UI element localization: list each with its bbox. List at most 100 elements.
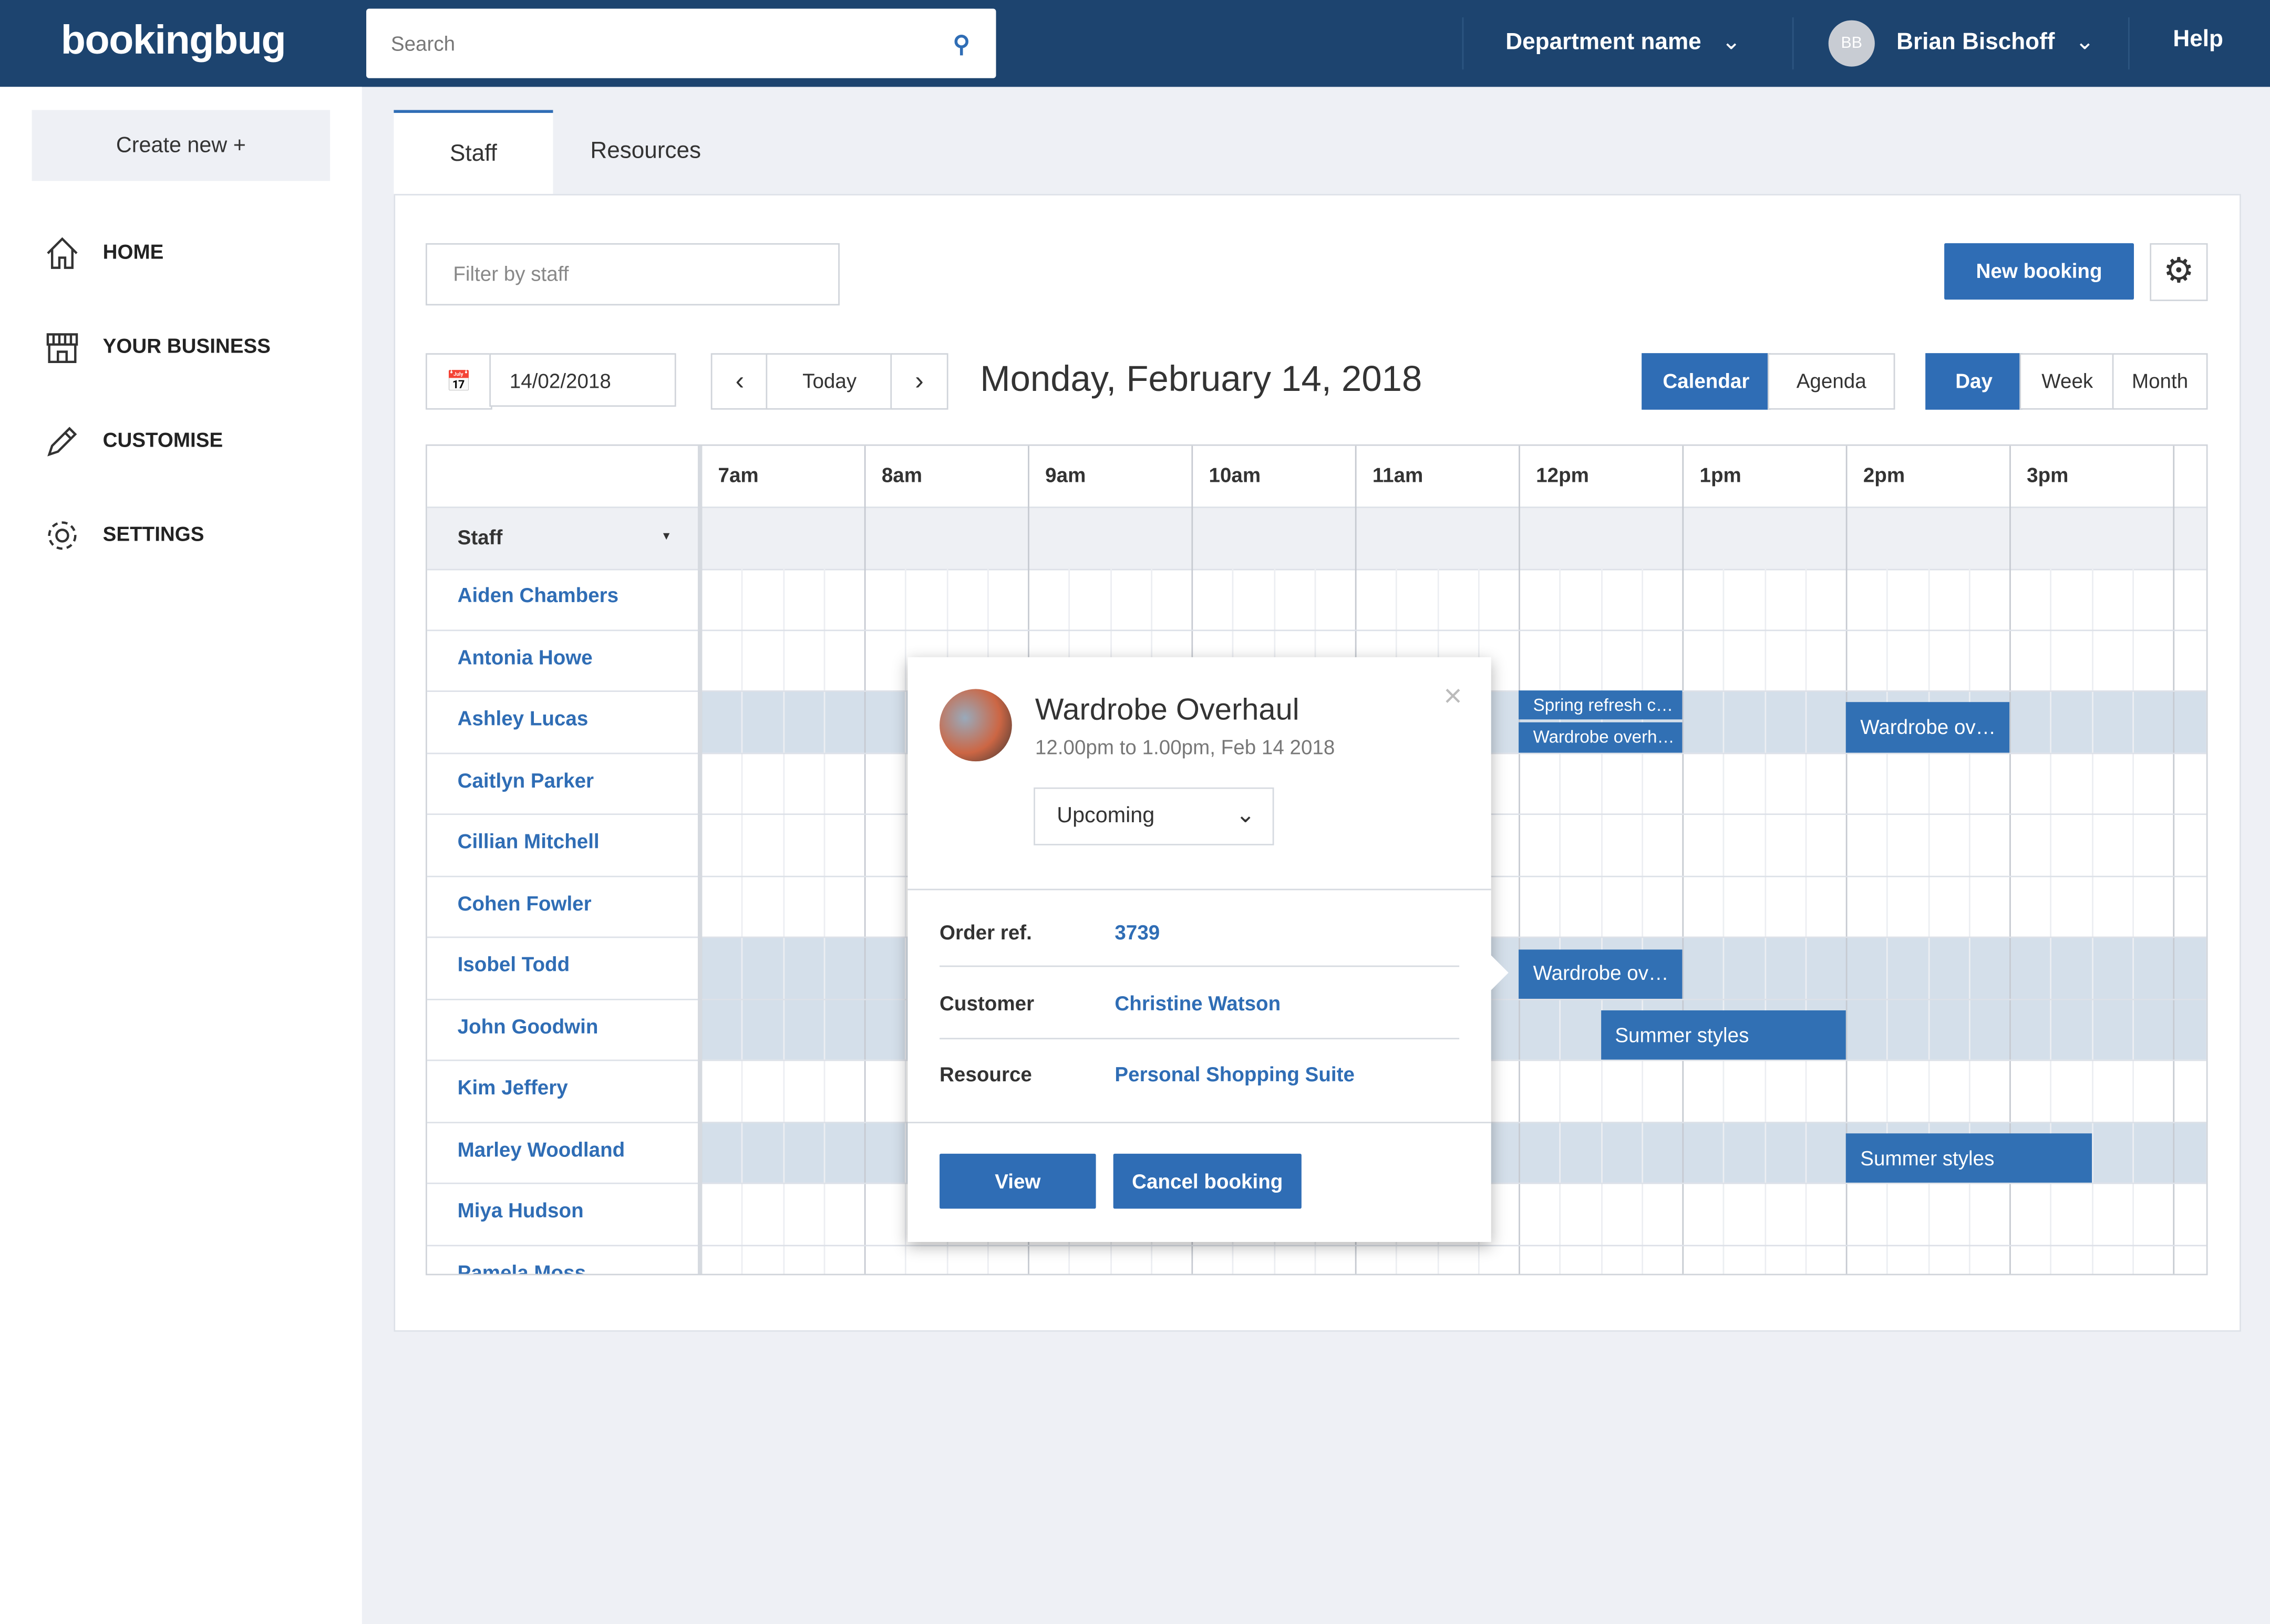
- booking-event[interactable]: Spring refresh c…: [1519, 690, 1683, 720]
- home-icon: [47, 237, 78, 269]
- status-value: Upcoming: [1057, 803, 1155, 828]
- divider: [940, 965, 1460, 967]
- booking-event[interactable]: Summer styles: [1600, 1009, 1846, 1060]
- avatar[interactable]: BB: [1828, 20, 1875, 67]
- table-row: [427, 567, 2206, 630]
- staff-name-link[interactable]: Cohen Fowler: [458, 891, 592, 914]
- sidebar-item-label: YOUR BUSINESS: [102, 334, 271, 357]
- sidebar: [0, 87, 362, 1624]
- calendar-picker-button[interactable]: 📅: [425, 353, 492, 410]
- chevron-left-icon: ‹: [735, 366, 745, 396]
- filter-by-staff-input[interactable]: Filter by staff: [425, 243, 840, 306]
- popover-arrow: [1489, 954, 1509, 992]
- search-placeholder: Search: [390, 32, 456, 55]
- calendar-view-button[interactable]: Calendar: [1642, 353, 1771, 410]
- pencil-icon: [47, 427, 77, 457]
- date-title: Monday, February 14, 2018: [980, 359, 1422, 400]
- booking-event[interactable]: Wardrobe ov…: [1845, 702, 2010, 752]
- sidebar-item-your-business[interactable]: YOUR BUSINESS: [44, 328, 271, 366]
- department-dropdown[interactable]: Department name ⌄: [1505, 27, 1741, 56]
- staff-name-link[interactable]: John Goodwin: [458, 1014, 599, 1037]
- sidebar-item-home[interactable]: HOME: [44, 234, 164, 272]
- new-booking-button[interactable]: New booking: [1944, 243, 2134, 300]
- sidebar-item-label: HOME: [102, 240, 164, 263]
- staff-name-link[interactable]: Caitlyn Parker: [458, 768, 594, 791]
- logo[interactable]: bookingbug: [61, 17, 286, 64]
- hour-label: 1pm: [1699, 463, 1741, 487]
- staff-name-link[interactable]: Kim Jeffery: [458, 1075, 568, 1099]
- hour-label: 12pm: [1536, 463, 1589, 487]
- settings-gear-button[interactable]: ⚙: [2150, 243, 2208, 302]
- booking-event[interactable]: Wardrobe ov…: [1519, 949, 1683, 998]
- staff-column-header[interactable]: Staff: [458, 525, 503, 549]
- filter-placeholder: Filter by staff: [453, 262, 569, 285]
- hour-label: 8am: [881, 463, 923, 487]
- sidebar-item-label: SETTINGS: [102, 522, 204, 545]
- day-range-button[interactable]: Day: [1925, 353, 2023, 410]
- week-range-button[interactable]: Week: [2019, 353, 2116, 410]
- close-icon[interactable]: ×: [1443, 677, 1462, 715]
- staff-name-link[interactable]: Aiden Chambers: [458, 583, 619, 606]
- customer-link[interactable]: Christine Watson: [1115, 991, 1281, 1015]
- divider: [1462, 17, 1464, 70]
- tab-resources[interactable]: Resources: [562, 110, 730, 194]
- gear-icon: ⚙: [2163, 252, 2195, 291]
- booking-event[interactable]: Wardrobe overh…: [1519, 722, 1683, 752]
- hour-label: 10am: [1209, 463, 1261, 487]
- staff-name-link[interactable]: Miya Hudson: [458, 1198, 584, 1222]
- booking-time: 12.00pm to 1.00pm, Feb 14 2018: [1035, 735, 1335, 759]
- table-row: [427, 1244, 2206, 1274]
- hour-label: 11am: [1372, 463, 1423, 487]
- staff-name-link[interactable]: Antonia Howe: [458, 645, 593, 668]
- agenda-view-button[interactable]: Agenda: [1767, 353, 1895, 410]
- cancel-booking-button[interactable]: Cancel booking: [1113, 1153, 1302, 1209]
- view-button[interactable]: View: [940, 1153, 1096, 1209]
- help-link[interactable]: Help: [2173, 27, 2223, 54]
- customer-label: Customer: [940, 991, 1035, 1015]
- staff-name-link[interactable]: Ashley Lucas: [458, 706, 589, 729]
- divider: [2128, 17, 2130, 70]
- hour-label: 7am: [718, 463, 759, 487]
- chevron-right-icon: ›: [915, 366, 924, 396]
- create-new-button[interactable]: Create new +: [32, 110, 331, 181]
- prev-day-button[interactable]: ‹: [710, 353, 769, 410]
- staff-name-link[interactable]: Marley Woodland: [458, 1137, 625, 1160]
- hour-label: 2pm: [1863, 463, 1905, 487]
- next-day-button[interactable]: ›: [890, 353, 948, 410]
- divider: [907, 888, 1491, 891]
- sort-icon[interactable]: ▾: [663, 529, 669, 544]
- search-input[interactable]: Search ⚲: [366, 8, 996, 78]
- date-input[interactable]: 14/02/2018: [489, 353, 676, 407]
- status-dropdown[interactable]: Upcoming ⌄: [1034, 787, 1274, 845]
- order-ref-label: Order ref.: [940, 920, 1032, 944]
- chevron-down-icon: ⌄: [1721, 30, 1741, 55]
- booking-popover: Wardrobe Overhaul 12.00pm to 1.00pm, Feb…: [907, 657, 1509, 1242]
- tab-staff[interactable]: Staff: [394, 110, 553, 197]
- gear-icon: [48, 521, 77, 550]
- staff-column-divider: [697, 446, 703, 1274]
- hour-label: 3pm: [2027, 463, 2069, 487]
- user-name: Brian Bischoff: [1896, 30, 2055, 55]
- divider: [907, 1122, 1491, 1123]
- search-icon[interactable]: ⚲: [953, 30, 970, 59]
- booking-title: Wardrobe Overhaul: [1035, 693, 1299, 727]
- month-range-button[interactable]: Month: [2112, 353, 2208, 410]
- staff-name-link[interactable]: Cillian Mitchell: [458, 830, 600, 853]
- chevron-down-icon: ⌄: [2075, 30, 2094, 55]
- calendar-icon: 📅: [446, 369, 472, 392]
- staff-name-link[interactable]: Pamela Moss: [458, 1260, 586, 1274]
- order-ref-value[interactable]: 3739: [1115, 920, 1160, 944]
- resource-link[interactable]: Personal Shopping Suite: [1115, 1062, 1354, 1085]
- booking-event[interactable]: Summer styles: [1845, 1132, 2091, 1183]
- divider: [1792, 17, 1794, 70]
- sidebar-item-customise[interactable]: CUSTOMISE: [44, 422, 223, 460]
- top-nav-bar: bookingbug Search ⚲ Department name ⌄ BB …: [0, 0, 2270, 87]
- user-menu[interactable]: Brian Bischoff ⌄: [1896, 27, 2094, 56]
- staff-name-link[interactable]: Isobel Todd: [458, 953, 570, 976]
- today-button[interactable]: Today: [766, 353, 893, 410]
- chevron-down-icon: ⌄: [1235, 803, 1255, 828]
- department-label: Department name: [1505, 30, 1701, 55]
- hour-label: 9am: [1045, 463, 1086, 487]
- sidebar-item-settings[interactable]: SETTINGS: [44, 517, 204, 555]
- booking-thumbnail: [940, 689, 1012, 762]
